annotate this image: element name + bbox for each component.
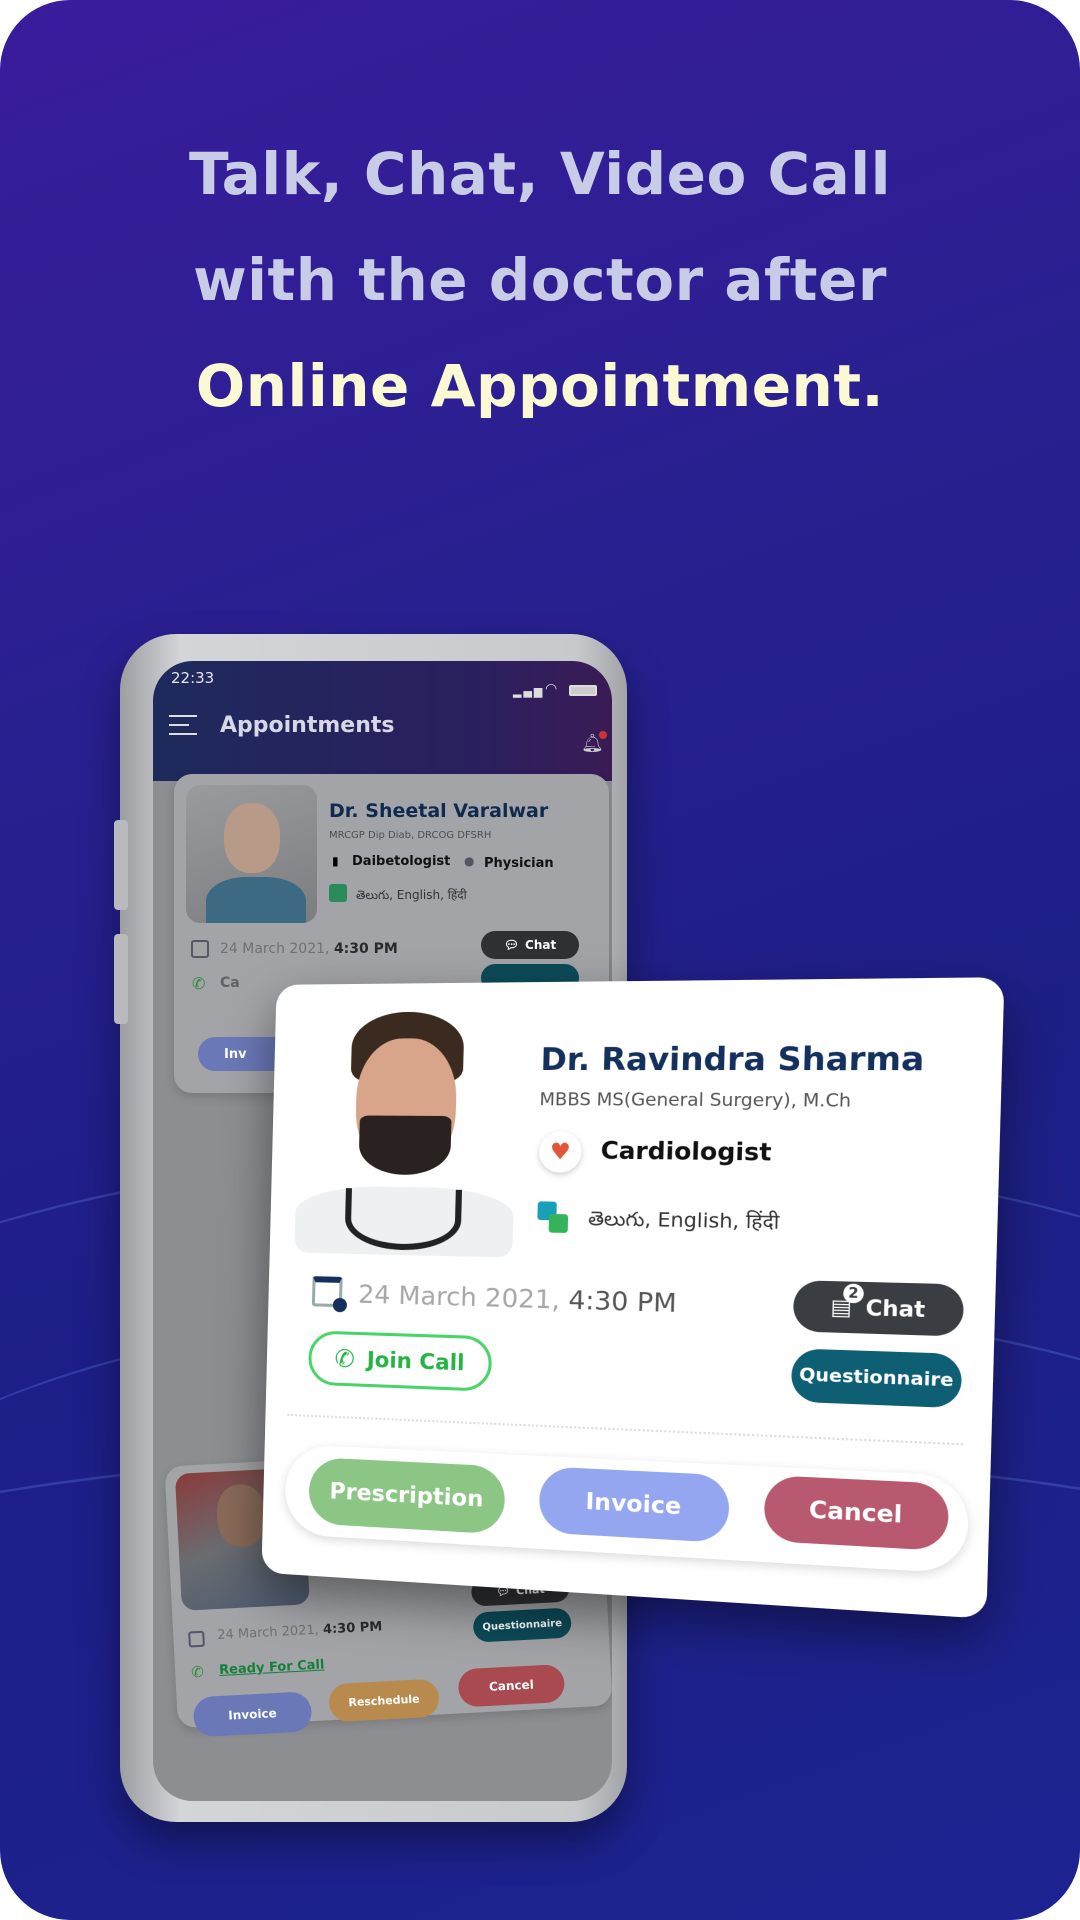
translate-icon [329, 884, 347, 902]
questionnaire-button[interactable]: Questionnaire [472, 1607, 572, 1643]
heart-icon: ♥ [538, 1131, 583, 1173]
action-bar: Prescription Invoice Cancel [284, 1443, 970, 1574]
doctor-degree: MBBS MS(General Surgery), M.Ch [539, 1089, 852, 1112]
doctor-name: Dr. Ravindra Sharma [540, 1040, 925, 1079]
doctor-photo [186, 785, 317, 923]
appointment-date: 24 March 2021, [220, 941, 330, 957]
languages: తెలుగు, English, हिंदी [356, 888, 467, 902]
chat-label: Chat [865, 1294, 926, 1323]
diabetes-icon: ▮ [332, 854, 339, 868]
call-status: Ca [220, 975, 240, 991]
headline-line-2: with the doctor after [193, 246, 887, 314]
video-call-icon: ✆ [334, 1344, 356, 1374]
app-title: Appointments [220, 713, 395, 738]
menu-icon[interactable] [169, 715, 197, 735]
calendar-icon [191, 940, 209, 958]
calendar-icon [188, 1630, 205, 1648]
invoice-button[interactable]: Invoice [538, 1466, 730, 1544]
phone-side-button [114, 934, 128, 1024]
cancel-button[interactable]: Cancel [457, 1663, 566, 1708]
cancel-button[interactable]: Cancel [763, 1475, 950, 1552]
phone-side-button [114, 820, 128, 910]
physician-icon: ● [464, 854, 475, 868]
doctor-name: Dr. Sheetal Varalwar [329, 800, 549, 822]
battery-icon [569, 685, 597, 696]
questionnaire-button[interactable]: Questionnaire [790, 1348, 963, 1409]
headline-line-1: Talk, Chat, Video Call [189, 140, 891, 208]
chat-icon: 💬︎ [503, 938, 520, 952]
reschedule-button[interactable]: Reschedule [328, 1678, 440, 1723]
doctor-degree: MRCGP Dip Diab, DRCOG DFSRH [329, 830, 492, 841]
specialty: Daibetologist [352, 854, 451, 869]
appointment-time: 4:30 PM [568, 1284, 678, 1319]
ready-for-call-link[interactable]: Ready For Call [219, 1657, 325, 1677]
phone-icon: ✆ [192, 974, 206, 993]
app-header: 22:33 ▂▄▆ ◠ Appointments 🔔︎ [153, 661, 612, 781]
doctor-specialty: Cardiologist [600, 1137, 772, 1167]
appointment-date: 24 March 2021, [357, 1279, 561, 1315]
appointment-detail-card: Dr. Ravindra Sharma MBBS MS(General Surg… [261, 977, 1005, 1619]
chat-button[interactable]: 💬︎Chat [481, 931, 579, 959]
invoice-button[interactable]: Invoice [192, 1691, 313, 1738]
specialty: Physician [484, 856, 554, 871]
doctor-photo [294, 1002, 519, 1258]
headline-line-3: Online Appointment. [195, 352, 885, 420]
phone-icon: ✆ [190, 1662, 205, 1682]
divider [287, 1413, 964, 1446]
translate-icon [537, 1201, 570, 1235]
appointment-date: 24 March 2021, [216, 1622, 320, 1644]
prescription-button[interactable]: Prescription [308, 1457, 506, 1535]
chat-icon: ▤ 2 [830, 1283, 864, 1320]
chat-button[interactable]: ▤ 2 Chat [792, 1280, 965, 1337]
join-call-button[interactable]: ✆ Join Call [307, 1330, 493, 1392]
bell-icon[interactable]: 🔔︎ [581, 731, 607, 754]
wifi-icon: ◠ [545, 681, 558, 697]
languages: తెలుగు, English, हिंदी [587, 1207, 780, 1235]
appointment-time: 4:30 PM [322, 1619, 383, 1638]
appointment-time: 4:30 PM [333, 941, 398, 957]
calendar-icon [311, 1276, 348, 1313]
status-time: 22:33 [171, 669, 215, 687]
signal-icon: ▂▄▆ [513, 685, 545, 698]
chat-count-badge: 2 [842, 1283, 864, 1304]
